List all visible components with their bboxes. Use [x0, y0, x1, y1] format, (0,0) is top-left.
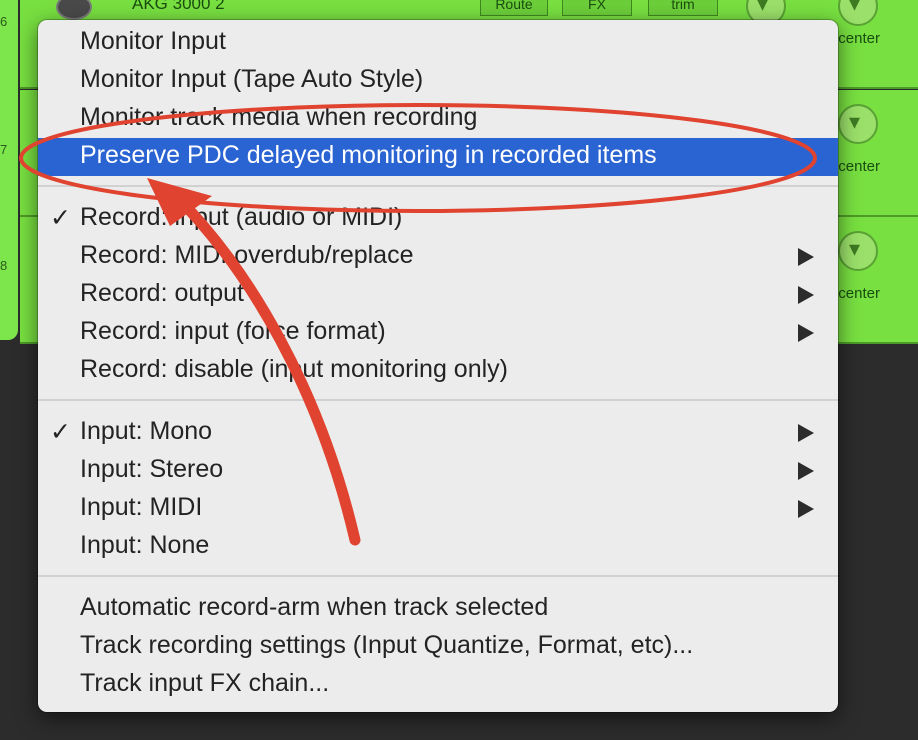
menu-item-label: Monitor Input (Tape Auto Style) — [80, 65, 424, 93]
menu-item-label: Input: Stereo — [80, 455, 224, 483]
menu-item-label: Monitor Input — [80, 27, 226, 55]
record-monitoring-context-menu: Monitor Input Monitor Input (Tape Auto St… — [38, 20, 838, 712]
checkmark-icon: ✓ — [50, 204, 71, 232]
menu-item-label: Record: input (force format) — [80, 317, 386, 345]
checkmark-icon: ✓ — [50, 418, 71, 446]
menu-item-label: Input: None — [80, 531, 210, 559]
menu-item-label: Track recording settings (Input Quantize… — [80, 631, 694, 659]
menu-item-label: Input: MIDI — [80, 493, 203, 521]
menu-item[interactable]: ✓ Record: input (audio or MIDI) — [38, 200, 838, 238]
menu-item-label: Input: Mono — [80, 417, 213, 445]
menu-separator — [38, 185, 838, 187]
menu-item[interactable]: Input: None — [38, 528, 838, 566]
menu-item[interactable]: ✓ Input: Mono — [38, 414, 838, 452]
track-number: 8 — [0, 258, 8, 273]
menu-item[interactable]: Monitor Input — [38, 24, 838, 62]
menu-item-label: Record: input (audio or MIDI) — [80, 203, 403, 231]
submenu-arrow-icon — [798, 286, 814, 304]
track-name[interactable]: AKG 3000 2 — [132, 0, 225, 14]
menu-item[interactable]: Record: output — [38, 276, 838, 314]
pan-label: center — [838, 30, 880, 47]
track-number: 6 — [0, 14, 8, 29]
submenu-arrow-icon — [798, 324, 814, 342]
menu-item[interactable]: Monitor track media when recording — [38, 100, 838, 138]
menu-item-label: Automatic record-arm when track selected — [80, 593, 549, 621]
route-button[interactable]: Route — [480, 0, 548, 16]
menu-item[interactable]: Track input FX chain... — [38, 666, 838, 704]
trim-button[interactable]: trim — [648, 0, 718, 16]
menu-item[interactable]: Track recording settings (Input Quantize… — [38, 628, 838, 666]
track-number-column: 6 7 8 — [0, 0, 18, 340]
pan-knob[interactable] — [838, 231, 878, 271]
menu-item-label: Record: MIDI overdub/replace — [80, 241, 414, 269]
submenu-arrow-icon — [798, 424, 814, 442]
pan-knob[interactable] — [838, 104, 878, 144]
pan-label: center — [838, 285, 880, 302]
submenu-arrow-icon — [798, 462, 814, 480]
menu-item[interactable]: Automatic record-arm when track selected — [38, 590, 838, 628]
track-number: 7 — [0, 142, 8, 157]
pan-label: center — [838, 158, 880, 175]
menu-separator — [38, 575, 838, 577]
menu-item[interactable]: Input: Stereo — [38, 452, 838, 490]
menu-item[interactable]: Record: MIDI overdub/replace — [38, 238, 838, 276]
submenu-arrow-icon — [798, 248, 814, 266]
submenu-arrow-icon — [798, 500, 814, 518]
menu-item[interactable]: Preserve PDC delayed monitoring in recor… — [38, 138, 838, 176]
menu-item-label: Preserve PDC delayed monitoring in recor… — [80, 141, 657, 169]
menu-item-label: Monitor track media when recording — [80, 103, 478, 131]
menu-item[interactable]: Monitor Input (Tape Auto Style) — [38, 62, 838, 100]
menu-item-label: Record: disable (input monitoring only) — [80, 355, 508, 383]
menu-item[interactable]: Record: disable (input monitoring only) — [38, 352, 838, 390]
menu-separator — [38, 399, 838, 401]
pan-knob[interactable] — [838, 0, 878, 26]
menu-item[interactable]: Input: MIDI — [38, 490, 838, 528]
menu-item-label: Track input FX chain... — [80, 669, 330, 697]
record-arm-button[interactable] — [56, 0, 92, 20]
menu-item-label: Record: output — [80, 279, 244, 307]
menu-item[interactable]: Record: input (force format) — [38, 314, 838, 352]
fx-button[interactable]: FX — [562, 0, 632, 16]
